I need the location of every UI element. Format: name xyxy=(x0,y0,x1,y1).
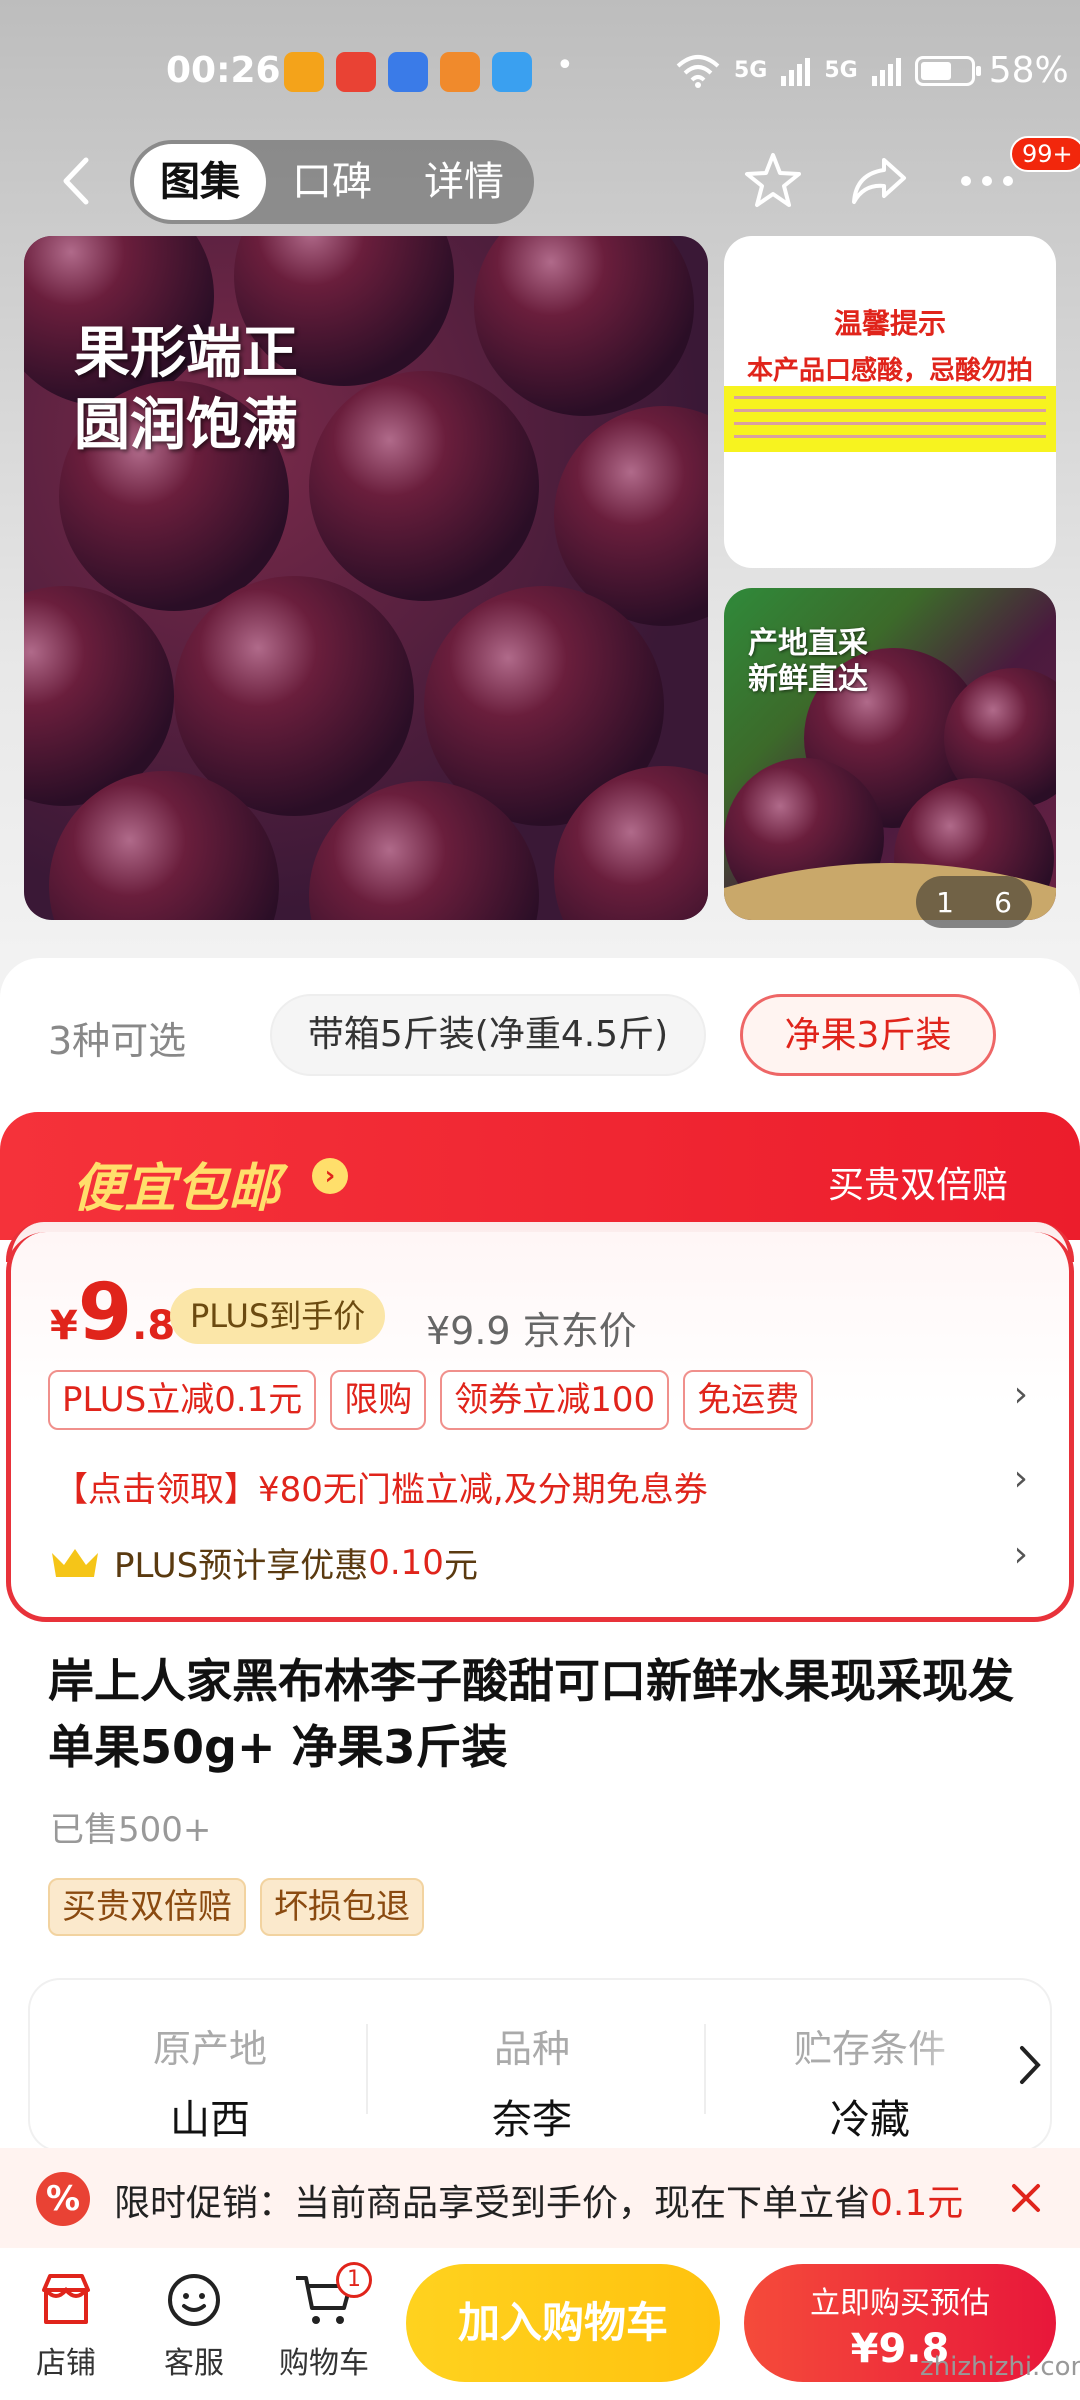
spec-count-label: 3种可选 xyxy=(48,1019,187,1063)
customer-service-button[interactable]: 客服 xyxy=(134,2268,254,2382)
chevron-right-icon[interactable]: › xyxy=(1014,1458,1028,1499)
tab-reviews[interactable]: 口碑 xyxy=(266,144,398,220)
store-icon xyxy=(42,2274,90,2324)
favorite-star-icon[interactable] xyxy=(742,150,804,212)
attributes-fade xyxy=(910,1990,1010,2140)
watermark: zhizhizhi.com xyxy=(920,2352,1080,2382)
plus-discount-row[interactable]: PLUS预计享优惠 0.10 元 xyxy=(50,1538,478,1587)
status-indicators: 5G 5G 58% xyxy=(676,50,1069,91)
coupon-claim-link[interactable]: 【点击领取】¥80无门槛立减,及分期免息券 xyxy=(54,1462,708,1511)
promo-tag: 领券立减100 xyxy=(440,1370,670,1430)
promo-banner[interactable]: 便宜包邮 › 买贵双倍赔 xyxy=(0,1112,1080,1240)
pager-total: 6 xyxy=(994,885,1012,919)
view-tabs: 图集 口碑 详情 xyxy=(130,140,534,224)
network-label-1: 5G xyxy=(734,57,768,83)
weibo-app-icon xyxy=(284,52,324,92)
status-bar: 00:26 • 5G 5G 58% xyxy=(0,40,1080,104)
buy-now-label: 立即购买预估 xyxy=(810,2286,990,2321)
notice-text-block xyxy=(724,386,1056,452)
gallery-main-image[interactable]: 果形端正 圆润饱满 xyxy=(24,236,708,920)
orange-app-icon xyxy=(440,52,480,92)
toast-text: 限时促销：当前商品享受到手价，现在下单立省0.1元 xyxy=(114,2183,964,2224)
spec-option-box5[interactable]: 带箱5斤装(净重4.5斤) xyxy=(270,994,706,1076)
spec-option-net3[interactable]: 净果3斤装 xyxy=(740,994,996,1076)
cart-count-badge: 1 xyxy=(336,2262,372,2298)
gallery-main-caption: 果形端正 圆润饱满 xyxy=(74,321,298,458)
chevron-right-icon[interactable]: › xyxy=(1014,1374,1028,1415)
divider xyxy=(704,2024,706,2114)
crown-icon xyxy=(52,1548,98,1577)
shop-button[interactable]: 店铺 xyxy=(6,2268,126,2382)
discount-percent-icon: % xyxy=(36,2172,90,2226)
divider xyxy=(366,2024,368,2114)
search-app-icon xyxy=(492,52,532,92)
gallery-thumb-origin[interactable]: 产地直采 新鲜直达 xyxy=(724,588,1056,920)
promo-tag: 限购 xyxy=(330,1370,427,1430)
wifi-icon xyxy=(676,54,720,88)
gallery-thumb-notice[interactable]: 温馨提示 本产品口感酸，忌酸勿拍 xyxy=(724,236,1056,568)
jd-price: ¥9.9 京东价 xyxy=(426,1309,637,1353)
status-app-icons xyxy=(284,52,532,92)
signal-bars-1-icon xyxy=(781,56,811,86)
battery-icon xyxy=(914,55,981,86)
final-price: ¥9.8 xyxy=(50,1268,176,1358)
top-nav: 图集 口碑 详情 99+ xyxy=(0,136,1080,226)
promo-toast[interactable]: % 限时促销：当前商品享受到手价，现在下单立省0.1元 xyxy=(0,2148,1080,2248)
promo-tags[interactable]: PLUS立减0.1元 限购 领券立减100 免运费 xyxy=(48,1370,814,1430)
manhua-app-icon xyxy=(336,52,376,92)
network-label-2: 5G xyxy=(824,57,858,83)
message-count-badge: 99+ xyxy=(1010,136,1080,172)
promo-tag: PLUS立减0.1元 xyxy=(48,1370,317,1430)
service-tag: 坏损包退 xyxy=(260,1878,424,1936)
back-arrow-icon[interactable] xyxy=(52,154,106,208)
signal-bars-2-icon xyxy=(871,56,901,86)
service-tags: 买贵双倍赔 坏损包退 xyxy=(48,1878,424,1936)
status-time: 00:26 xyxy=(166,50,281,91)
bottom-action-bar: 店铺 客服 购物车 1 加入购物车 立即购买预估 ¥9.8 xyxy=(0,2248,1080,2400)
tab-details[interactable]: 详情 xyxy=(398,144,530,220)
sold-count: 已售500+ xyxy=(50,1810,212,1850)
shop-label: 店铺 xyxy=(36,2346,96,2381)
more-dots-icon[interactable] xyxy=(956,150,1018,212)
status-dot: • xyxy=(556,48,574,83)
service-tag: 买贵双倍赔 xyxy=(48,1878,246,1936)
notice-title: 温馨提示 xyxy=(833,307,946,340)
product-title: 岸上人家黑布林李子酸甜可口新鲜水果现采现发单果50g+ 净果3斤装 xyxy=(48,1654,1014,1774)
cart-button[interactable]: 购物车 1 xyxy=(264,2262,384,2382)
add-to-cart-button[interactable]: 加入购物车 xyxy=(406,2264,720,2382)
tab-gallery[interactable]: 图集 xyxy=(134,144,266,220)
promo-title: 便宜包邮 xyxy=(72,1159,281,1219)
share-icon[interactable] xyxy=(848,150,910,212)
attribute-variety: 品种 奈李 xyxy=(492,2027,572,2143)
plus-price-tag: PLUS到手价 xyxy=(170,1288,386,1344)
attributes-card[interactable]: 原产地 山西 品种 奈李 贮存条件 冷藏 xyxy=(30,1980,1050,2150)
service-label: 客服 xyxy=(164,2346,224,2381)
chevron-right-icon[interactable]: › xyxy=(1014,1534,1028,1575)
gallery-pager: 1 6 xyxy=(916,876,1032,928)
promo-arrow-icon: › xyxy=(312,1158,348,1194)
notice-subtitle: 本产品口感酸，忌酸勿拍 xyxy=(746,356,1033,386)
baidu-app-icon xyxy=(388,52,428,92)
price-guarantee-label: 买贵双倍赔 xyxy=(827,1165,1008,1206)
promo-tag: 免运费 xyxy=(683,1370,814,1430)
pager-current: 1 xyxy=(936,885,954,919)
battery-percent: 58% xyxy=(988,50,1069,91)
chevron-right-icon[interactable] xyxy=(1010,2040,1050,2090)
attribute-origin: 原产地 山西 xyxy=(152,2027,267,2143)
close-icon[interactable] xyxy=(1000,2172,1052,2224)
origin-caption: 产地直采 新鲜直达 xyxy=(748,626,868,697)
cart-label: 购物车 xyxy=(279,2346,369,2381)
chat-face-icon xyxy=(168,2274,220,2326)
